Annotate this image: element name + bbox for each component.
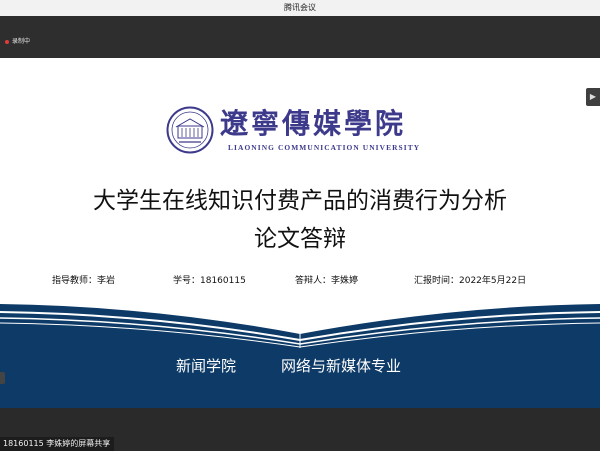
- window-title: 腾讯会议: [284, 3, 316, 12]
- shared-slide: 遼寧傳媒學院 LIAONING COMMUNICATION UNIVERSITY…: [0, 58, 600, 408]
- defender-info: 答辩人：李姝婷: [295, 276, 359, 286]
- open-book-banner: [0, 304, 600, 408]
- university-name-cn: 遼寧傳媒學院: [220, 107, 407, 140]
- advisor-info: 指导教师：李岩: [52, 276, 116, 286]
- meeting-top-bar: 录制中: [0, 16, 600, 58]
- expand-icon: ▶: [589, 92, 597, 101]
- university-name-en: LIAONING COMMUNICATION UNIVERSITY: [228, 143, 421, 152]
- report-date-info: 汇报时间：2022年5月22日: [414, 276, 527, 286]
- slide-title-line1: 大学生在线知识付费产品的消费行为分析: [93, 188, 507, 214]
- left-panel-handle[interactable]: [0, 372, 5, 384]
- university-seal-icon: [166, 106, 214, 154]
- window-titlebar: 腾讯会议: [0, 0, 600, 16]
- recording-status[interactable]: 录制中: [12, 37, 30, 47]
- major-name: 网络与新媒体专业: [281, 357, 402, 375]
- slide-title-line2: 论文答辩: [254, 226, 346, 252]
- side-panel-toggle[interactable]: ▶: [586, 88, 600, 106]
- college-name: 新闻学院: [176, 357, 237, 375]
- record-dot-icon: [5, 40, 9, 44]
- screen-share-label: 18160115 李姝婷的屏幕共享: [0, 437, 115, 451]
- student-id-info: 学号：18160115: [173, 276, 246, 286]
